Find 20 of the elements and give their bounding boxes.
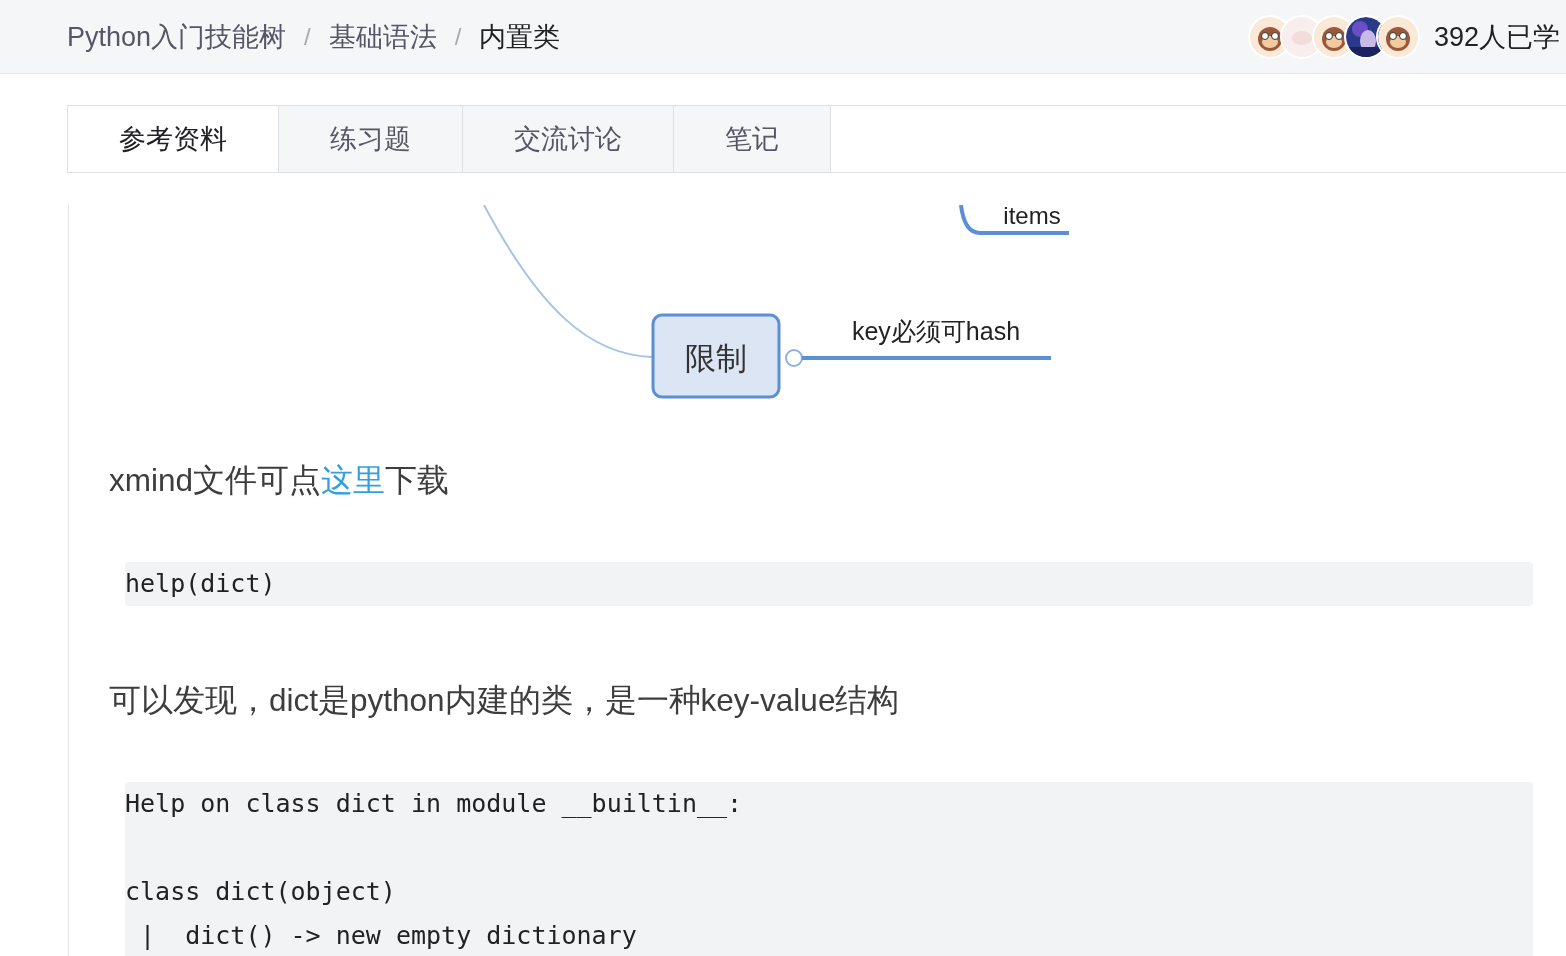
paragraph: 可以发现，dict是python内建的类，是一种key-value结构 [109,681,901,720]
collapse-icon[interactable] [785,349,803,367]
paragraph: xmind文件可点这里下载 [109,461,451,500]
code-line: | dict() -> new empty dictionary [139,920,638,952]
breadcrumb-link[interactable]: 基础语法 [328,18,437,55]
node-label: items [1003,205,1061,229]
node-label: 限制 [685,341,747,376]
separator: / [304,22,311,51]
node-label: key必须可hash [851,317,1021,345]
breadcrumb-link[interactable]: 内置类 [479,18,561,55]
tab[interactable]: 练习题 [279,106,463,172]
code-line: help(dict) [125,568,277,600]
separator: / [454,22,462,51]
code-line: Help on class dict in module __builtin__: [125,788,744,820]
breadcrumb-link[interactable]: Python入门技能树 [67,18,287,55]
learner-count: 392人已学 [1433,20,1560,54]
code-line: class dict(object) [125,876,397,908]
tab[interactable]: 交流讨论 [463,106,674,172]
avatar [1375,14,1420,59]
tab[interactable]: 笔记 [674,106,831,172]
